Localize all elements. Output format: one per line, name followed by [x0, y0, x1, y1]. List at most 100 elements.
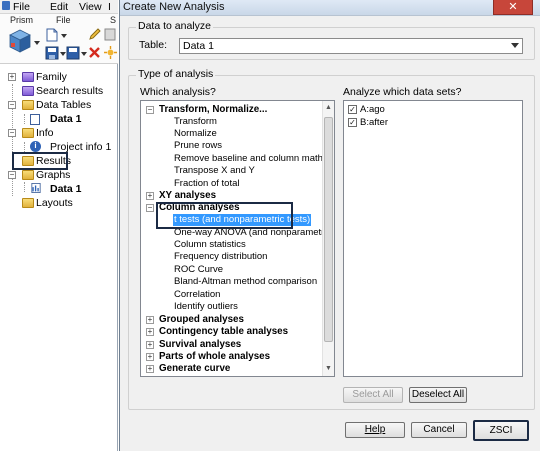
dialog-title: Create New Analysis — [123, 1, 225, 13]
list-item-generate-curve[interactable]: + Generate curve — [141, 363, 321, 375]
tree-item-label: Search results — [36, 85, 104, 97]
select-all-button[interactable]: Select All — [343, 387, 403, 403]
scroll-up-icon[interactable]: ▲ — [323, 102, 334, 114]
folder-icon — [22, 170, 34, 180]
list-item-remove-baseline[interactable]: Remove baseline and column math — [141, 153, 323, 165]
tree-item-layouts[interactable]: Layouts — [8, 196, 116, 210]
table-select-value: Data 1 — [183, 40, 214, 52]
list-item-label: Parts of whole analyses — [159, 351, 271, 362]
tree-item-search-results[interactable]: Search results — [8, 84, 116, 98]
list-item-grouped-analyses[interactable]: + Grouped analyses — [141, 314, 321, 326]
list-item-transform[interactable]: Transform — [141, 116, 321, 128]
scroll-down-icon[interactable]: ▼ — [323, 363, 334, 375]
list-item-label: Transform — [174, 116, 217, 127]
clipboard-icon[interactable] — [104, 27, 116, 41]
expand-icon[interactable]: + — [146, 365, 154, 373]
ok-button[interactable]: ZSCI — [473, 420, 529, 441]
type-of-analysis-title: Type of analysis — [136, 68, 216, 80]
expand-icon[interactable]: + — [146, 353, 154, 361]
create-new-analysis-dialog: Create New Analysis ✕ Data to analyze Ta… — [119, 0, 540, 451]
list-item-column-statistics[interactable]: Column statistics — [141, 239, 321, 251]
new-document-icon[interactable] — [45, 28, 59, 42]
list-item-label: Identify outliers — [174, 301, 238, 312]
list-item-label: Generate curve — [159, 363, 231, 374]
save-icon[interactable] — [45, 46, 59, 60]
ribbon-section-s: S — [110, 15, 117, 25]
list-item-label: XY analyses — [159, 190, 217, 201]
graph-icon — [31, 183, 41, 193]
analysis-list[interactable]: − Transform, Normalize... Transform Norm… — [140, 100, 335, 377]
tree-item-family[interactable]: + Family — [8, 70, 116, 84]
expand-icon[interactable]: + — [8, 73, 16, 81]
dropdown-arrow-icon[interactable] — [61, 34, 67, 38]
folder-icon — [22, 128, 34, 138]
menu-edit[interactable]: Edit — [50, 1, 68, 13]
list-item-label: Grouped analyses — [159, 314, 244, 325]
tree-item-graphs[interactable]: − Graphs — [8, 168, 116, 182]
collapse-icon[interactable]: − — [8, 101, 16, 109]
list-item-transpose[interactable]: Transpose X and Y — [141, 165, 321, 177]
column-analyses-highlight-box — [156, 202, 293, 229]
help-button[interactable]: Help — [345, 422, 405, 438]
tree-item-label: Family — [36, 71, 67, 83]
menu-file[interactable]: File — [13, 1, 30, 13]
checkbox-checked-icon[interactable]: ✓ — [348, 118, 357, 127]
prism-cube-icon[interactable] — [8, 28, 32, 54]
scrollbar-thumb[interactable] — [324, 117, 333, 342]
list-item-fraction-of-total[interactable]: Fraction of total — [141, 178, 321, 190]
dataset-item-a[interactable]: ✓ A:ago — [348, 104, 518, 116]
dropdown-arrow-icon[interactable] — [34, 41, 40, 45]
cancel-button[interactable]: Cancel — [411, 422, 467, 438]
collapse-icon[interactable]: − — [8, 129, 16, 137]
tree-item-label: Data Tables — [36, 99, 92, 111]
list-item-transform-normalize[interactable]: − Transform, Normalize... — [141, 104, 321, 116]
collapse-icon[interactable]: − — [146, 204, 154, 212]
list-item-normalize[interactable]: Normalize — [141, 128, 321, 140]
menu-more[interactable]: I — [108, 1, 111, 13]
menu-view[interactable]: View — [79, 1, 102, 13]
analysis-list-scrollbar[interactable]: ▲ ▼ — [322, 101, 334, 376]
list-item-label: Survival analyses — [159, 339, 242, 350]
list-item-roc-curve[interactable]: ROC Curve — [141, 264, 321, 276]
list-item-frequency-distribution[interactable]: Frequency distribution — [141, 251, 321, 263]
collapse-icon[interactable]: − — [146, 106, 154, 114]
tree-item-data-tables[interactable]: − Data Tables — [8, 98, 116, 112]
dialog-titlebar[interactable]: Create New Analysis ✕ — [120, 0, 540, 16]
list-item-correlation[interactable]: Correlation — [141, 289, 321, 301]
checkbox-checked-icon[interactable]: ✓ — [348, 105, 357, 114]
list-item-parts-of-whole[interactable]: + Parts of whole analyses — [141, 351, 321, 363]
tree-item-graph-1[interactable]: Data 1 — [8, 182, 116, 196]
close-button[interactable]: ✕ — [493, 0, 533, 15]
list-item-contingency-analyses[interactable]: + Contingency table analyses — [141, 326, 321, 338]
list-item-label: Frequency distribution — [174, 251, 268, 262]
delete-icon[interactable] — [88, 46, 101, 59]
tree-item-label: Layouts — [36, 197, 73, 209]
deselect-all-button[interactable]: Deselect All — [409, 387, 467, 403]
chevron-down-icon — [511, 43, 519, 48]
expand-icon[interactable]: + — [146, 316, 154, 324]
folder-icon — [22, 198, 34, 208]
list-item-xy-analyses[interactable]: + XY analyses — [141, 190, 321, 202]
sun-icon[interactable] — [104, 46, 117, 59]
table-select[interactable]: Data 1 — [179, 38, 523, 54]
tree-item-label: Info — [36, 127, 54, 139]
expand-icon[interactable]: + — [146, 192, 154, 200]
list-item-bland-altman[interactable]: Bland-Altman method comparison — [141, 276, 321, 288]
list-item-survival-analyses[interactable]: + Survival analyses — [141, 339, 321, 351]
tree-item-info[interactable]: − Info — [8, 126, 116, 140]
folder-icon — [22, 72, 34, 82]
save-all-icon[interactable] — [66, 46, 80, 60]
help-button-label: Help — [364, 424, 386, 435]
expand-icon[interactable]: + — [146, 341, 154, 349]
list-item-label: Contingency table analyses — [159, 326, 289, 337]
pencil-icon[interactable] — [88, 27, 102, 41]
dataset-item-b[interactable]: ✓ B:after — [348, 117, 518, 129]
list-item-label: Bland-Altman method comparison — [174, 276, 318, 287]
list-item-prune-rows[interactable]: Prune rows — [141, 140, 321, 152]
table-label: Table: — [139, 39, 168, 51]
list-item-identify-outliers[interactable]: Identify outliers — [141, 301, 321, 313]
dropdown-arrow-icon[interactable] — [81, 52, 87, 56]
expand-icon[interactable]: + — [146, 328, 154, 336]
collapse-icon[interactable]: − — [8, 171, 16, 179]
tree-item-data-table-1[interactable]: Data 1 — [8, 112, 116, 126]
